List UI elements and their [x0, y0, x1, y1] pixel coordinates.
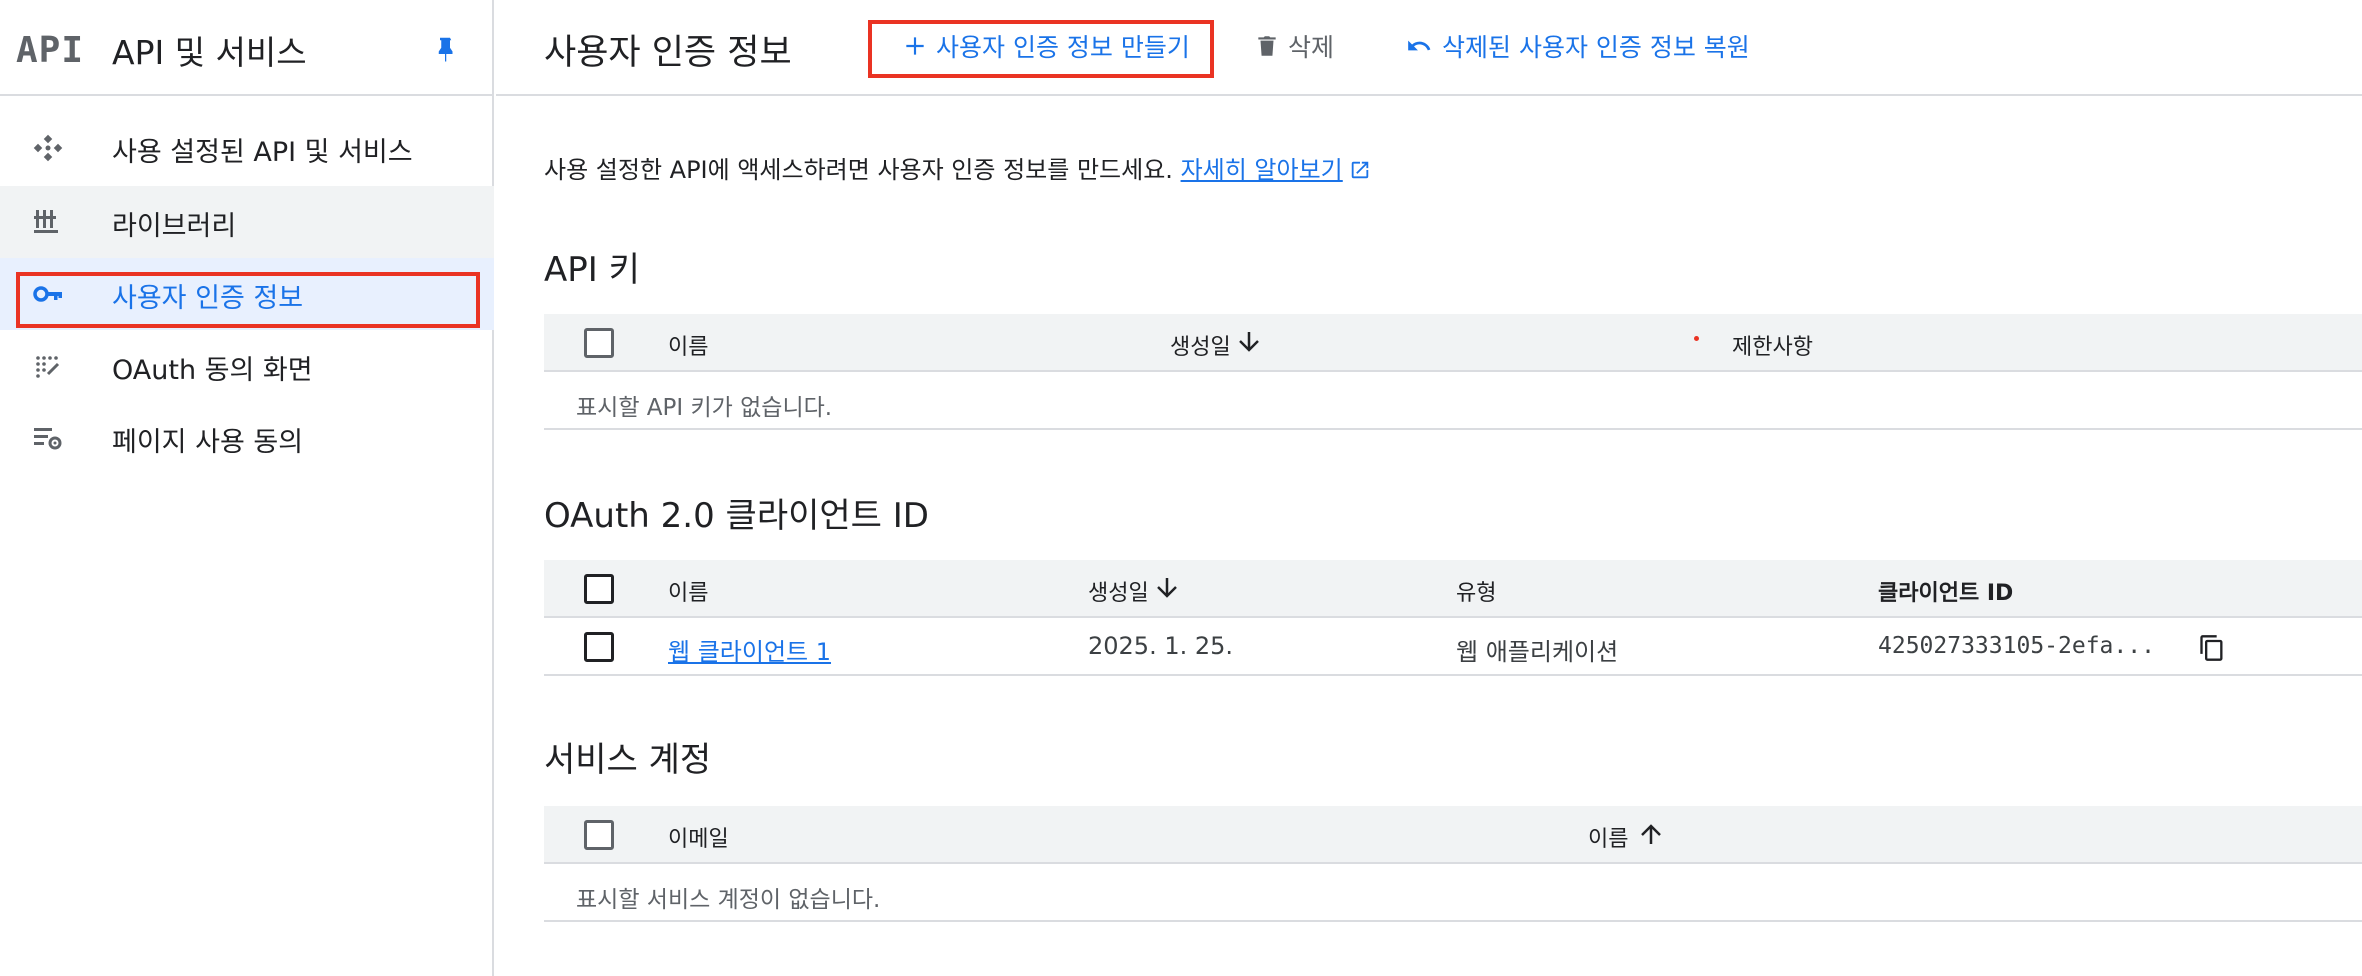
select-all-checkbox[interactable]: [584, 574, 614, 604]
sidebar: API API 및 서비스 사용 설정된 API 및 서비스 라이브러리 사용자…: [0, 0, 494, 976]
indicator-dot: [1694, 336, 1699, 341]
select-all-checkbox[interactable]: [584, 820, 614, 850]
main-content: 사용 설정한 API에 액세스하려면 사용자 인증 정보를 만드세요. 자세히 …: [496, 98, 2362, 976]
created-date: 2025. 1. 25.: [1088, 632, 1234, 660]
column-name[interactable]: 이름: [668, 575, 708, 607]
page-consent-icon: [34, 428, 62, 450]
pin-icon[interactable]: [430, 32, 460, 66]
empty-message: 표시할 서비스 계정이 없습니다.: [576, 887, 881, 913]
undo-icon: [1408, 40, 1431, 51]
service-accounts-title: 서비스 계정: [544, 740, 712, 780]
delete-label: 삭제: [1288, 33, 1335, 62]
arrow-down-icon[interactable]: [1234, 326, 1264, 358]
oauth-table-header: 이름 생성일 유형 클라이언트 ID: [544, 560, 2362, 618]
empty-message: 표시할 API 키가 없습니다.: [576, 395, 833, 421]
sidebar-item-credentials[interactable]: 사용자 인증 정보: [0, 258, 494, 330]
api-keys-title: API 키: [544, 250, 640, 290]
page-title: 사용자 인증 정보: [544, 33, 792, 73]
service-accounts-empty-row: 표시할 서비스 계정이 없습니다.: [544, 864, 2362, 922]
sidebar-item-library[interactable]: 라이브러리: [0, 186, 494, 258]
column-created[interactable]: 생성일: [1088, 575, 1149, 607]
arrow-up-icon[interactable]: [1636, 818, 1666, 850]
intro-text: 사용 설정한 API에 액세스하려면 사용자 인증 정보를 만드세요. 자세히 …: [544, 150, 1371, 185]
client-name-link[interactable]: 웹 클라이언트 1: [668, 632, 831, 667]
create-credentials-label: 사용자 인증 정보 만들기: [936, 33, 1190, 62]
sidebar-item-enabled-apis[interactable]: 사용 설정된 API 및 서비스: [0, 112, 494, 184]
api-keys-empty-row: 표시할 API 키가 없습니다.: [544, 372, 2362, 430]
select-all-checkbox[interactable]: [584, 328, 614, 358]
sidebar-item-page-consent[interactable]: 페이지 사용 동의: [0, 402, 494, 474]
delete-button[interactable]: 삭제: [1254, 28, 1334, 64]
sidebar-item-label: 페이지 사용 동의: [112, 427, 304, 458]
restore-deleted-button[interactable]: 삭제된 사용자 인증 정보 복원: [1404, 28, 1750, 64]
toolbar: 사용자 인증 정보 사용자 인증 정보 만들기 삭제 삭제된 사용자 인증 정보…: [496, 0, 2362, 96]
service-accounts-table-header: 이메일 이름: [544, 806, 2362, 864]
column-client-id[interactable]: 클라이언트 ID: [1878, 575, 2013, 607]
key-icon: [33, 286, 62, 302]
enabled-apis-icon: [33, 134, 63, 162]
client-type: 웹 애플리케이션: [1456, 638, 1619, 666]
column-created[interactable]: 생성일: [1170, 329, 1231, 361]
external-link-icon[interactable]: [1349, 159, 1371, 181]
oauth-consent-icon: [36, 356, 60, 378]
learn-more-link[interactable]: 자세히 알아보기: [1181, 156, 1343, 184]
create-credentials-button[interactable]: 사용자 인증 정보 만들기: [902, 28, 1190, 64]
api-logo: API: [16, 30, 85, 71]
column-name[interactable]: 이름: [1588, 821, 1628, 853]
intro-description: 사용 설정한 API에 액세스하려면 사용자 인증 정보를 만드세요.: [544, 156, 1173, 184]
column-name[interactable]: 이름: [668, 329, 708, 361]
sidebar-item-oauth-consent[interactable]: OAuth 동의 화면: [0, 330, 494, 402]
api-keys-table-header: 이름 생성일 제한사항: [544, 314, 2362, 372]
sidebar-header: API API 및 서비스: [0, 0, 494, 96]
sidebar-item-label: 사용 설정된 API 및 서비스: [112, 137, 413, 168]
library-icon: [34, 210, 58, 233]
plus-icon: [906, 37, 924, 55]
table-row: 웹 클라이언트 1 2025. 1. 25. 웹 애플리케이션 42502733…: [544, 618, 2362, 676]
trash-icon: [1258, 36, 1276, 56]
column-type[interactable]: 유형: [1456, 575, 1496, 607]
restore-label: 삭제된 사용자 인증 정보 복원: [1442, 33, 1750, 62]
column-restrictions[interactable]: 제한사항: [1732, 329, 1813, 361]
sidebar-item-label: 라이브러리: [112, 211, 237, 242]
oauth-title: OAuth 2.0 클라이언트 ID: [544, 496, 929, 536]
column-email[interactable]: 이메일: [668, 821, 729, 853]
sidebar-title: API 및 서비스: [112, 33, 307, 72]
client-id-value: 425027333105-2efa...: [1878, 633, 2155, 659]
sidebar-item-label: 사용자 인증 정보: [112, 283, 304, 314]
arrow-down-icon[interactable]: [1152, 572, 1182, 604]
row-checkbox[interactable]: [584, 632, 614, 662]
copy-icon[interactable]: [2198, 632, 2226, 664]
sidebar-item-label: OAuth 동의 화면: [112, 355, 313, 386]
